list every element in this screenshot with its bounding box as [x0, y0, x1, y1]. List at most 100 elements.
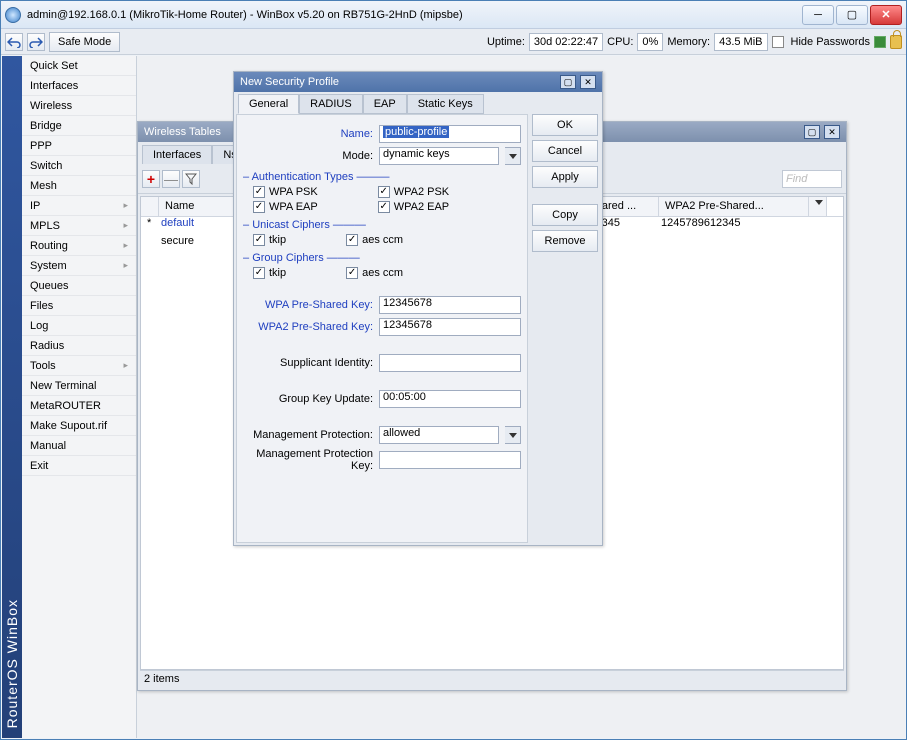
sp-tab-eap[interactable]: EAP [363, 94, 407, 114]
add-button[interactable]: + [142, 170, 160, 188]
wt-col-marker[interactable] [141, 197, 159, 216]
safe-mode-button[interactable]: Safe Mode [49, 32, 120, 52]
group-update-label: Group Key Update: [243, 393, 373, 405]
status-indicator-icon [874, 36, 886, 48]
nav-item-files[interactable]: Files [22, 296, 136, 316]
mgmt-key-input[interactable] [379, 451, 521, 469]
mgmt-key-label: Management Protection Key: [243, 448, 373, 472]
wpa2-psk-checkbox[interactable] [378, 186, 390, 198]
nav-item-label: Make Supout.rif [30, 420, 107, 432]
nav-item-ip[interactable]: IP ▸ [22, 196, 136, 216]
remove-button[interactable]: — [162, 170, 180, 188]
wpa-key-label: WPA Pre-Shared Key: [243, 299, 373, 311]
unicast-tkip-checkbox[interactable] [253, 234, 265, 246]
nav-item-radius[interactable]: Radius [22, 336, 136, 356]
nav-item-label: Log [30, 320, 48, 332]
apply-button[interactable]: Apply [532, 166, 598, 188]
wpa-eap-checkbox[interactable] [253, 201, 265, 213]
wt-col-dropdown[interactable] [809, 197, 827, 216]
mgmt-prot-select[interactable]: allowed [379, 426, 499, 444]
sp-minimize-button[interactable]: ▢ [560, 75, 576, 89]
nav-item-label: Bridge [30, 120, 62, 132]
redo-button[interactable] [27, 33, 45, 51]
hide-passwords-checkbox[interactable] [772, 36, 784, 48]
nav-menu: Quick Set InterfacesWireless Bridge PPP Swit… [22, 56, 137, 738]
supplicant-input[interactable] [379, 354, 521, 372]
nav-item-label: IP [30, 200, 40, 212]
find-input[interactable]: Find [782, 170, 842, 188]
close-button[interactable]: ✕ [870, 5, 902, 25]
side-rail: RouterOS WinBox [2, 56, 22, 738]
nav-item-label: Quick Set [30, 60, 78, 72]
wt-col-wpa2preshared[interactable]: WPA2 Pre-Shared... [659, 197, 809, 216]
nav-item-make-supout-rif[interactable]: Make Supout.rif [22, 416, 136, 436]
wt-tab-interfaces[interactable]: Interfaces [142, 145, 212, 164]
nav-item-log[interactable]: Log [22, 316, 136, 336]
group-aes-checkbox[interactable] [346, 267, 358, 279]
nav-item-queues[interactable]: Queues [22, 276, 136, 296]
nav-item-metarouter[interactable]: MetaROUTER [22, 396, 136, 416]
unicast-tkip-label: tkip [269, 234, 286, 246]
sp-tab-general[interactable]: General [238, 94, 299, 114]
nav-item-switch[interactable]: Switch [22, 156, 136, 176]
nav-item-label: PPP [30, 140, 52, 152]
mode-dropdown-button[interactable] [505, 147, 521, 165]
nav-item-bridge[interactable]: Bridge [22, 116, 136, 136]
supplicant-label: Supplicant Identity: [243, 357, 373, 369]
wt-minimize-button[interactable]: ▢ [804, 125, 820, 139]
mgmt-prot-dropdown-button[interactable] [505, 426, 521, 444]
copy-button[interactable]: Copy [532, 204, 598, 226]
sp-close-button[interactable]: ✕ [580, 75, 596, 89]
nav-item-label: Mesh [30, 180, 57, 192]
sp-titlebar[interactable]: New Security Profile ▢ ✕ [234, 72, 602, 92]
nav-item-label: Exit [30, 460, 48, 472]
group-update-input[interactable]: 00:05:00 [379, 390, 521, 408]
nav-item-tools[interactable]: Tools▸ [22, 356, 136, 376]
nav-item-manual[interactable]: Manual [22, 436, 136, 456]
nav-item-system[interactable]: System▸ [22, 256, 136, 276]
mode-select[interactable]: dynamic keys [379, 147, 499, 165]
nav-item-label: Manual [30, 440, 66, 452]
profile-remove-button[interactable]: Remove [532, 230, 598, 252]
unicast-label: – Unicast Ciphers ——— [243, 219, 521, 231]
wt-close-button[interactable]: ✕ [824, 125, 840, 139]
wpa2-key-label: WPA2 Pre-Shared Key: [243, 321, 373, 333]
wpa-psk-checkbox[interactable] [253, 186, 265, 198]
group-ciphers-label: – Group Ciphers ——— [243, 252, 521, 264]
name-input[interactable]: public-profile [379, 125, 521, 143]
wpa-key-input[interactable]: 12345678 [379, 296, 521, 314]
wpa2-psk-label: WPA2 PSK [394, 186, 449, 198]
sp-tab-statickeys[interactable]: Static Keys [407, 94, 484, 114]
cancel-button[interactable]: Cancel [532, 140, 598, 162]
nav-item-quick-set[interactable]: Quick Set [22, 56, 136, 76]
wpa2-eap-checkbox[interactable] [378, 201, 390, 213]
name-label: Name: [243, 128, 373, 140]
sp-tab-radius[interactable]: RADIUS [299, 94, 363, 114]
nav-item-routing[interactable]: Routing▸ [22, 236, 136, 256]
nav-item-label: System [30, 260, 67, 272]
side-rail-label: RouterOS WinBox [4, 589, 20, 738]
nav-item-label: Files [30, 300, 53, 312]
nav-item-interfaces[interactable]: Interfaces [22, 76, 136, 96]
submenu-arrow-icon: ▸ [123, 200, 128, 211]
nav-item-mpls[interactable]: MPLS▸ [22, 216, 136, 236]
nav-item-mesh[interactable]: Mesh [22, 176, 136, 196]
submenu-arrow-icon: ▸ [123, 240, 128, 251]
ok-button[interactable]: OK [532, 114, 598, 136]
wpa2-key-input[interactable]: 12345678 [379, 318, 521, 336]
nav-item-exit[interactable]: Exit [22, 456, 136, 476]
wpa-eap-label: WPA EAP [269, 201, 318, 213]
minimize-button[interactable]: ─ [802, 5, 834, 25]
undo-button[interactable] [5, 33, 23, 51]
wpa2-eap-label: WPA2 EAP [394, 201, 449, 213]
mgmt-prot-label: Management Protection: [243, 429, 373, 441]
nav-item-ppp[interactable]: PPP [22, 136, 136, 156]
filter-button[interactable] [182, 170, 200, 188]
window-title: admin@192.168.0.1 (MikroTik-Home Router)… [27, 9, 463, 21]
group-tkip-checkbox[interactable] [253, 267, 265, 279]
row-marker [145, 235, 159, 253]
nav-item-wireless[interactable]: Wireless [22, 96, 136, 116]
maximize-button[interactable]: ▢ [836, 5, 868, 25]
unicast-aes-checkbox[interactable] [346, 234, 358, 246]
nav-item-new-terminal[interactable]: New Terminal [22, 376, 136, 396]
